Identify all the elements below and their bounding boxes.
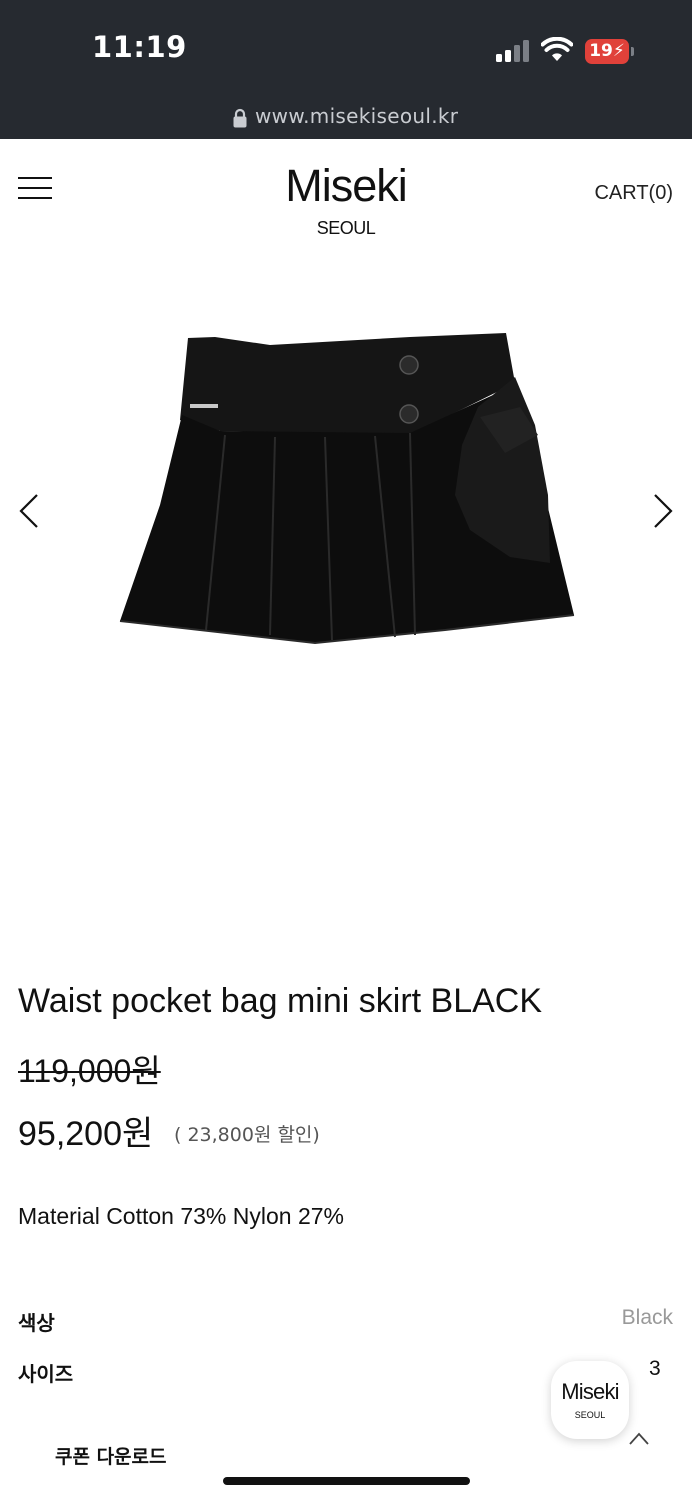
lock-icon (233, 108, 247, 128)
floating-logo-sub: SEOUL (574, 1410, 606, 1420)
browser-top-bar: 11:19 19⚡ www.misekiseoul.kr (0, 0, 692, 139)
sale-price: 95,200원 (18, 1115, 154, 1153)
coupon-download-button[interactable]: 쿠폰 다운로드 (55, 1442, 167, 1469)
cellular-signal-icon (496, 40, 532, 62)
chevron-left-icon[interactable] (18, 493, 40, 529)
floating-logo-title: Miseki (561, 1379, 619, 1404)
size-option-3[interactable]: 3 (649, 1357, 661, 1381)
wifi-icon (541, 37, 573, 61)
site-logo-sub[interactable]: SEOUL (0, 218, 692, 239)
chevron-up-icon[interactable] (628, 1430, 650, 1446)
home-indicator (223, 1477, 470, 1485)
size-label: 사이즈 (18, 1362, 74, 1386)
original-price: 119,000원 (18, 1053, 161, 1089)
url-address[interactable]: www.misekiseoul.kr (255, 104, 458, 128)
status-time: 11:19 (92, 30, 187, 64)
chevron-right-icon[interactable] (652, 493, 674, 529)
battery-icon: 19⚡ (585, 39, 629, 64)
product-image (119, 333, 575, 645)
battery-tip (631, 47, 634, 56)
battery-level: 19 (589, 41, 613, 61)
product-title: Waist pocket bag mini skirt BLACK (18, 982, 543, 1020)
color-value[interactable]: Black (622, 1306, 673, 1330)
color-label: 색상 (18, 1311, 55, 1335)
cart-link[interactable]: CART(0) (594, 182, 673, 205)
discount-amount: ( 23,800원 할인) (174, 1124, 320, 1146)
site-logo[interactable]: Miseki (0, 160, 692, 212)
floating-brand-button[interactable]: Miseki SEOUL (551, 1361, 629, 1439)
material-info: Material Cotton 73% Nylon 27% (18, 1203, 344, 1229)
